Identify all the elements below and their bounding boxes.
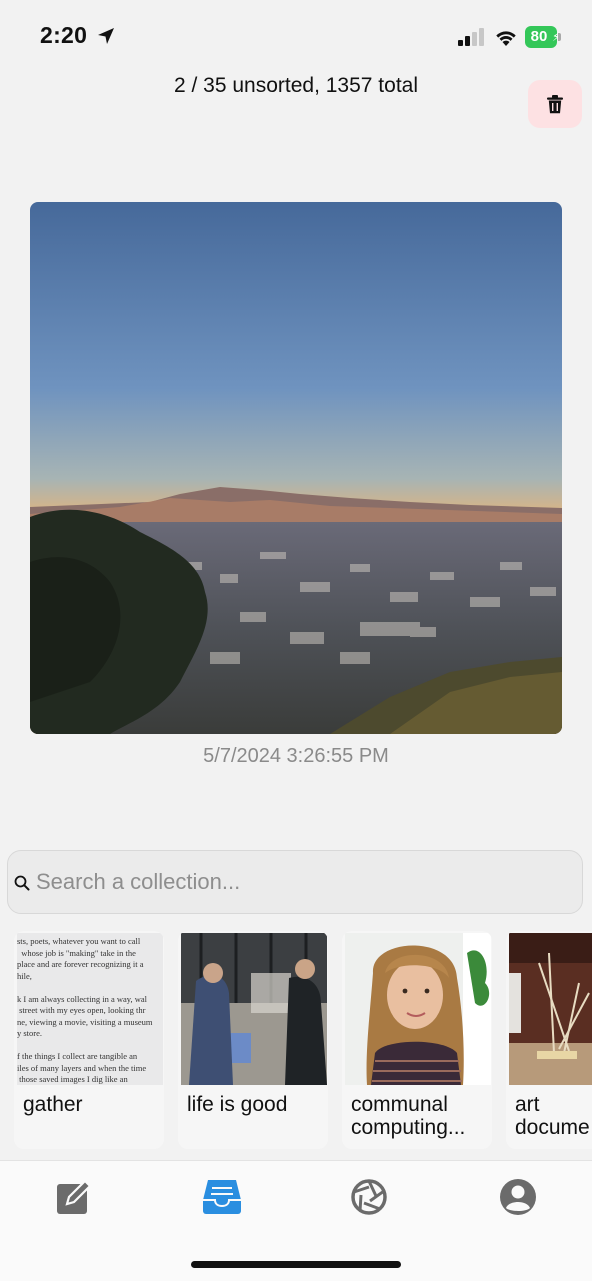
tab-inbox[interactable] xyxy=(202,1177,242,1217)
collections-carousel[interactable]: sts, poets, whatever you want to call wh… xyxy=(14,931,592,1149)
collection-label: communal computing... xyxy=(351,1093,466,1139)
delete-button[interactable] xyxy=(528,80,582,128)
quote-thumbnail-text: sts, poets, whatever you want to call wh… xyxy=(17,933,163,1085)
tab-profile[interactable] xyxy=(498,1177,538,1217)
collection-card-gather[interactable]: sts, poets, whatever you want to call wh… xyxy=(14,931,164,1149)
inbox-tray-icon xyxy=(203,1180,241,1214)
unsorted-count: 2 / 35 unsorted, 1357 total xyxy=(173,74,418,97)
collection-card-art-documentation[interactable]: art docume xyxy=(506,931,592,1149)
profile-icon xyxy=(500,1179,536,1215)
collection-thumbnail xyxy=(345,933,491,1085)
location-arrow-icon xyxy=(98,28,114,44)
photo-date: 5/7/2024 3:26:55 PM xyxy=(203,745,389,767)
current-photo[interactable] xyxy=(30,202,562,734)
collection-thumbnail xyxy=(509,933,592,1085)
aperture-icon xyxy=(351,1179,387,1215)
status-bar: 2:20 80 ⚡ xyxy=(0,0,592,74)
collection-card-communal-computing[interactable]: communal computing... xyxy=(342,931,492,1149)
collection-thumbnail xyxy=(181,933,327,1085)
home-indicator xyxy=(191,1261,401,1268)
compose-icon xyxy=(57,1179,92,1214)
cellular-signal-icon xyxy=(458,28,484,46)
search-icon xyxy=(14,875,30,891)
collection-card-life-is-good[interactable]: life is good xyxy=(178,931,328,1149)
search-input[interactable] xyxy=(36,865,556,899)
status-time: 2:20 xyxy=(40,22,88,48)
battery-level: 80 xyxy=(530,28,548,45)
battery-indicator: 80 ⚡ xyxy=(525,26,561,48)
wifi-icon xyxy=(496,31,516,46)
collection-label: gather xyxy=(23,1093,83,1116)
collection-label: art docume xyxy=(515,1093,590,1139)
tab-compose[interactable] xyxy=(54,1177,94,1217)
tab-explore[interactable] xyxy=(349,1177,389,1217)
collection-label: life is good xyxy=(187,1093,288,1116)
collection-thumbnail: sts, poets, whatever you want to call wh… xyxy=(17,933,163,1085)
collection-search-box[interactable] xyxy=(7,850,583,914)
trash-icon xyxy=(547,94,563,113)
